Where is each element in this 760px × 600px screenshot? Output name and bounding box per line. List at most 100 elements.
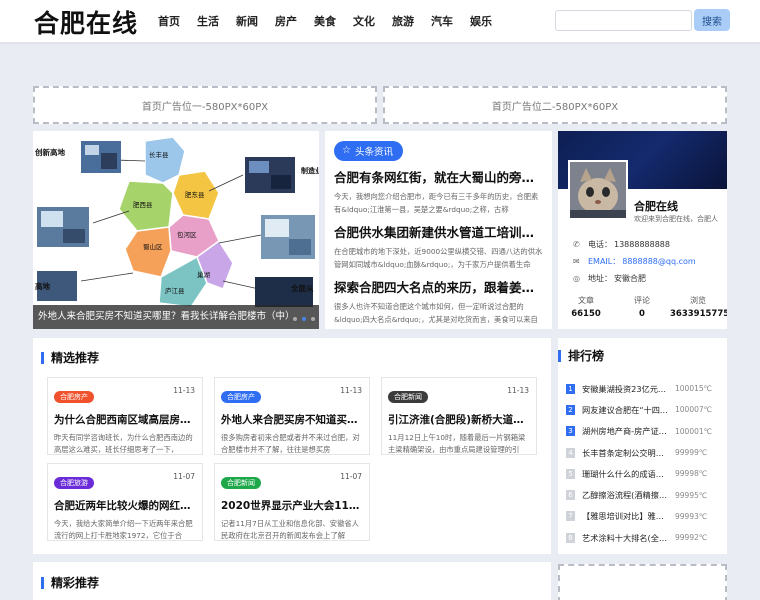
map-label: 庐江县	[165, 286, 185, 295]
address-label: 地址：	[588, 274, 612, 283]
nav-item-realestate[interactable]: 房产	[275, 13, 297, 29]
article-card[interactable]: 合肥新闻 11-13 引江济淮(合肥段)新桥大道桥主... 11月12日上午10…	[381, 377, 537, 455]
image-slider[interactable]: 创新高地 长丰县 制造业 高地 全面从 肥西县 肥东县 巢湖 庐江县 蜀山区 包…	[33, 131, 319, 329]
nav-item-travel[interactable]: 旅游	[392, 13, 414, 29]
nav-item-home[interactable]: 首页	[158, 13, 180, 29]
rank-title[interactable]: 湖州房地产商-房产证更...	[582, 425, 672, 437]
profile-email[interactable]: ✉ EMAIL： 8888888@qq.com	[573, 256, 696, 267]
card-title[interactable]: 为什么合肥西南区域高层房源...	[54, 412, 195, 427]
rank-number: 2	[566, 404, 575, 415]
map-label: 肥东县	[185, 190, 205, 199]
search-input[interactable]	[555, 10, 692, 31]
card-tag[interactable]: 合肥房产	[221, 391, 261, 403]
nav-item-food[interactable]: 美食	[314, 13, 336, 29]
nav-item-news[interactable]: 新闻	[236, 13, 258, 29]
card-tag[interactable]: 合肥新闻	[221, 477, 261, 489]
ranking-item[interactable]: 8 艺术涂料十大排名(全球... 99992℃	[566, 527, 726, 548]
ad-slot-1[interactable]: 首页广告位一-580PX*60PX	[33, 86, 377, 124]
article-card[interactable]: 合肥房产 11-13 为什么合肥西南区域高层房源... 昨天有同学咨询班长，为什…	[47, 377, 203, 455]
rank-title[interactable]: 【雅思培训对比】雅思培...	[582, 510, 672, 522]
main-nav: 首页 生活 新闻 房产 美食 文化 旅游 汽车 娱乐	[158, 0, 509, 42]
slider-dot-active[interactable]	[302, 317, 306, 321]
ranking-title-text: 排行榜	[568, 349, 605, 363]
article-card[interactable]: 合肥新闻 11-07 2020世界显示产业大会11月20... 记者11月7日从…	[214, 463, 370, 541]
rank-number: 5	[566, 468, 575, 479]
cat-avatar-image	[570, 162, 626, 218]
map-label: 创新高地	[34, 147, 65, 157]
headline-badge[interactable]: ☆ 头条资讯	[334, 140, 403, 161]
headline-title[interactable]: 合肥有条网红街，就在大蜀山的旁边...	[334, 167, 543, 186]
section-title-bar	[558, 349, 561, 362]
ranking-item[interactable]: 5 珊瑚什么什么的成语有哪... 99998℃	[566, 463, 726, 484]
ranking-item[interactable]: 2 网友建议合肥在“十四... 100007℃	[566, 399, 726, 420]
map-label: 制造业	[301, 166, 319, 175]
card-tag[interactable]: 合肥新闻	[388, 391, 428, 403]
ranking-panel: 排行榜 1 安徽巢湖投资23亿元推... 100015℃ 2 网友建议合肥在“十…	[558, 338, 727, 554]
profile-phone: ✆ 电话： 13888888888	[573, 239, 670, 250]
rank-title[interactable]: 网友建议合肥在“十四...	[582, 404, 672, 416]
headline-desc: 今天，我想向您介绍合肥市，距今已有三千多年的历史，合肥素有&ldquo;江淮第一…	[334, 191, 539, 214]
card-date: 11-07	[340, 472, 362, 481]
headline-news-panel: ☆ 头条资讯 合肥有条网红街，就在大蜀山的旁边... 今天，我想向您介绍合肥市，…	[325, 131, 552, 329]
nav-item-life[interactable]: 生活	[197, 13, 219, 29]
profile-stats: 文章 66150 评论 0 浏览 3633915775	[558, 295, 727, 319]
nav-item-culture[interactable]: 文化	[353, 13, 375, 29]
card-title[interactable]: 引江济淮(合肥段)新桥大道桥主...	[388, 412, 529, 427]
ad-slot-side[interactable]	[558, 564, 727, 600]
ranking-item[interactable]: 1 安徽巢湖投资23亿元推... 100015℃	[566, 378, 726, 399]
card-title[interactable]: 外地人来合肥买房不知道买哪...	[221, 412, 362, 427]
rank-views: 99992℃	[675, 533, 708, 543]
rank-title[interactable]: 安徽巢湖投资23亿元推...	[582, 383, 672, 395]
stat-label: 评论	[634, 296, 650, 305]
ranking-item[interactable]: 7 【雅思培训对比】雅思培... 99993℃	[566, 506, 726, 527]
headline-item[interactable]: 探索合肥四大名点的来历，跟着姜潮... 很多人也许不知道合肥这个城市如何，但一定…	[334, 277, 543, 326]
card-title[interactable]: 合肥近两年比较火爆的网红打...	[54, 498, 195, 513]
ranking-item[interactable]: 6 乙醇擦浴流程(酒精擦浴... 99995℃	[566, 484, 726, 505]
rank-title[interactable]: 乙醇擦浴流程(酒精擦浴...	[582, 489, 672, 501]
avatar[interactable]	[568, 160, 628, 220]
star-icon: ☆	[342, 145, 351, 156]
featured-section: 精选推荐 合肥房产 11-13 为什么合肥西南区域高层房源... 昨天有同学咨询…	[33, 338, 551, 554]
article-card[interactable]: 合肥旅游 11-07 合肥近两年比较火爆的网红打... 今天，我给大家简单介绍一…	[47, 463, 203, 541]
section-title: 精选推荐	[41, 349, 99, 366]
rank-title[interactable]: 珊瑚什么什么的成语有哪...	[582, 468, 672, 480]
card-date: 11-13	[173, 386, 195, 395]
ad-slot-2[interactable]: 首页广告位二-580PX*60PX	[383, 86, 727, 124]
search-button[interactable]: 搜索	[694, 9, 730, 31]
stat-value: 66150	[571, 309, 601, 319]
section-title: 精彩推荐	[41, 574, 99, 591]
nav-item-auto[interactable]: 汽车	[431, 13, 453, 29]
stat-value: 0	[639, 309, 645, 319]
ranking-item[interactable]: 3 湖州房地产商-房产证更... 100001℃	[566, 421, 726, 442]
slider-caption[interactable]: 外地人来合肥买房不知道买哪里？看我长详解合肥楼市（中）	[33, 305, 319, 329]
card-tag[interactable]: 合肥房产	[54, 391, 94, 403]
profile-name: 合肥在线	[634, 200, 678, 213]
email-value[interactable]: 8888888@qq.com	[622, 257, 695, 266]
card-date: 11-13	[340, 386, 362, 395]
headline-item[interactable]: 合肥有条网红街，就在大蜀山的旁边... 今天，我想向您介绍合肥市，距今已有三千多…	[334, 167, 543, 216]
slider-dot[interactable]	[293, 317, 297, 321]
rank-views: 99999℃	[675, 448, 708, 458]
article-card[interactable]: 合肥房产 11-13 外地人来合肥买房不知道买哪... 很多购房者初来合肥或者并…	[214, 377, 370, 455]
card-desc: 今天，我给大家简单介绍一下近两年来合肥流行的网上打卡胜地家1972，它位于合	[54, 519, 193, 540]
headline-badge-label: 头条资讯	[354, 146, 393, 158]
headline-item[interactable]: 合肥供水集团新建供水管道工培训基... 在合肥城市的地下深处，近9000公里纵横…	[334, 222, 543, 271]
section-title-text: 精彩推荐	[51, 576, 100, 590]
card-date: 11-13	[507, 386, 529, 395]
phone-icon: ✆	[573, 240, 580, 249]
section-title-bar	[41, 351, 44, 364]
rank-title[interactable]: 艺术涂料十大排名(全球...	[582, 532, 672, 544]
slider-map-image: 创新高地 长丰县 制造业 高地 全面从 肥西县 肥东县 巢湖 庐江县 蜀山区 包…	[33, 131, 319, 329]
headline-title[interactable]: 合肥供水集团新建供水管道工培训基...	[334, 222, 543, 241]
ranking-item[interactable]: 4 长丰首条定制公交明天开... 99999℃	[566, 442, 726, 463]
card-desc: 11月12日上午10时，随着最后一片钢箱梁主梁精确架设，由市重点局建设管理的引	[388, 433, 526, 454]
map-label: 巢湖	[197, 270, 211, 279]
headline-title[interactable]: 探索合肥四大名点的来历，跟着姜潮...	[334, 277, 543, 296]
slider-dot[interactable]	[311, 317, 315, 321]
card-tag[interactable]: 合肥旅游	[54, 477, 94, 489]
rank-title[interactable]: 长丰首条定制公交明天开...	[582, 447, 672, 459]
card-title[interactable]: 2020世界显示产业大会11月20...	[221, 498, 362, 513]
nav-item-entertainment[interactable]: 娱乐	[470, 13, 492, 29]
profile-welcome: 欢迎来到合肥在线，合肥人	[634, 215, 718, 223]
site-logo[interactable]: 合肥在线	[34, 4, 138, 40]
